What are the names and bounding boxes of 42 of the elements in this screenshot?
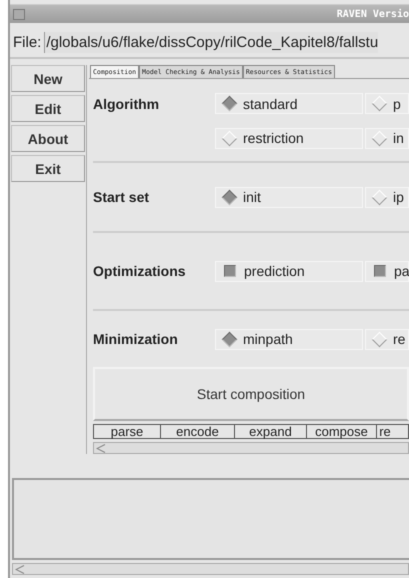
stage-label: parse — [94, 425, 161, 438]
checkbox[interactable] — [374, 265, 386, 277]
window-title: RAVEN Versio — [336, 8, 409, 20]
checkbox[interactable] — [224, 265, 236, 277]
stage-label: compose — [307, 425, 377, 438]
sidebar-button[interactable]: Edit — [11, 95, 85, 122]
option-label: init — [243, 189, 261, 205]
radio-option[interactable]: ip — [365, 186, 409, 208]
horizontal-scrollbar[interactable] — [12, 563, 409, 575]
stage-label: encode — [161, 425, 235, 438]
option-label: prediction — [244, 263, 305, 279]
option-label: in — [393, 130, 404, 146]
section-label: Start set — [93, 189, 150, 205]
sidebar-button[interactable]: New — [11, 65, 85, 92]
scroll-left-icon[interactable] — [15, 564, 25, 574]
radio-option[interactable]: p — [365, 93, 409, 114]
scroll-left-icon[interactable] — [96, 444, 106, 452]
section-label: Minimization — [93, 331, 179, 347]
checkbox-option[interactable]: prediction — [215, 260, 363, 282]
stage-label: re — [378, 425, 392, 438]
horizontal-scrollbar[interactable] — [93, 442, 409, 454]
option-label: ip — [393, 189, 404, 205]
radio-option[interactable]: init — [215, 186, 363, 208]
radio-option[interactable]: standard — [215, 93, 363, 114]
section-label: Algorithm — [93, 95, 160, 114]
option-label: minpath — [243, 331, 293, 347]
radio-option[interactable]: restriction — [215, 128, 363, 148]
radio-option[interactable]: re — [365, 328, 409, 350]
stage-label: expand — [235, 425, 307, 438]
option-label: re — [393, 331, 406, 347]
start-button[interactable]: Start composition — [93, 367, 409, 421]
file-label: File: — [13, 34, 42, 50]
option-label: p — [393, 96, 401, 112]
window-menu-button[interactable] — [13, 8, 25, 20]
option-label: standard — [243, 96, 298, 112]
sidebar-button[interactable]: About — [11, 125, 85, 152]
option-label: restriction — [243, 130, 304, 146]
radio-option[interactable]: minpath — [215, 328, 363, 350]
file-path: /globals/u6/flake/dissCopy/rilCode_Kapitel8/fallstu — [44, 32, 378, 52]
radio-option[interactable]: in — [365, 128, 409, 148]
section-label: Optimizations — [93, 263, 187, 279]
sidebar-button[interactable]: Exit — [11, 155, 85, 182]
